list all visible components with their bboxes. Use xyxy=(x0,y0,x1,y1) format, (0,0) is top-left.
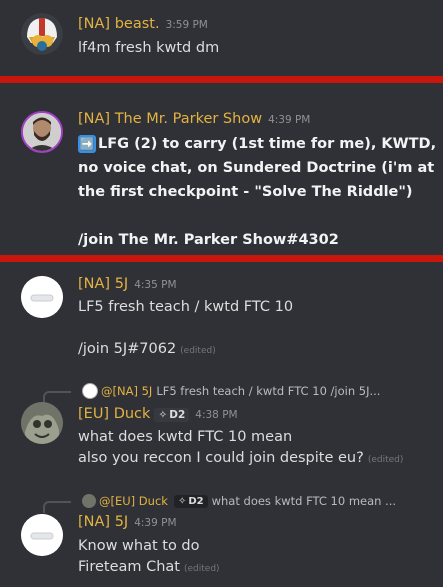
message-text: lf4m fresh kwtd dm xyxy=(78,40,220,56)
arrow-right-emoji-icon: ➡️ xyxy=(78,135,96,153)
message-body: lf4m fresh kwtd dm xyxy=(78,38,219,59)
message-text: what does kwtd FTC 10 mean xyxy=(78,429,293,445)
message-text: Know what to do xyxy=(78,538,200,554)
reply-preview[interactable]: @[EU] Duck ✧ D2 what does kwtd FTC 10 mea… xyxy=(82,493,396,509)
message-5: @[EU] Duck ✧ D2 what does kwtd FTC 10 mea… xyxy=(0,490,443,587)
message-2: [NA] The Mr. Parker Show 4:39 PM ➡️ LFG (… xyxy=(0,84,443,254)
controller-avatar-icon xyxy=(21,276,63,318)
reply-spine xyxy=(43,501,71,513)
timestamp: 4:38 PM xyxy=(195,409,238,421)
controller-avatar-icon xyxy=(21,514,63,556)
avatar[interactable] xyxy=(21,276,63,318)
reply-text: LF5 fresh teach / kwtd FTC 10 /join 5J..… xyxy=(156,384,381,398)
message-text: LF5 fresh teach / kwtd FTC 10 xyxy=(78,299,294,315)
clan-badge[interactable]: ✧ D2 xyxy=(173,494,208,508)
message-text: no voice chat, on Sundered Doctrine (i'm… xyxy=(78,160,435,176)
timestamp: 4:39 PM xyxy=(134,517,177,529)
edited-label: (edited) xyxy=(367,455,404,465)
cube-icon: ✧ xyxy=(177,495,187,507)
message-text: /join 5J#7062 (edited) xyxy=(78,341,216,357)
reply-text: what does kwtd FTC 10 mean ... xyxy=(211,494,397,508)
avatar[interactable] xyxy=(21,13,63,55)
reply-author[interactable]: @[EU] Duck xyxy=(99,494,168,508)
person-avatar-icon xyxy=(23,113,61,151)
message-text: /join The Mr. Parker Show#4302 xyxy=(78,232,339,248)
message-header: [NA] 5J 4:39 PM xyxy=(78,514,177,534)
message-1: [NA] beast. 3:59 PM lf4m fresh kwtd dm xyxy=(0,0,443,75)
reply-avatar-icon xyxy=(82,383,98,399)
reply-avatar-icon xyxy=(82,494,96,508)
separator-divider xyxy=(0,255,443,262)
clan-badge[interactable]: ✧ D2 xyxy=(154,408,190,422)
edited-label: (edited) xyxy=(180,346,216,356)
creature-avatar-icon xyxy=(21,402,63,444)
reply-preview[interactable]: @[NA] 5J LF5 fresh teach / kwtd FTC 10 /… xyxy=(82,383,380,399)
message-header: [NA] The Mr. Parker Show 4:39 PM xyxy=(78,111,310,131)
helmet-avatar-icon xyxy=(21,13,63,55)
username[interactable]: [EU] Duck xyxy=(78,406,150,422)
message-body: Know what to do Fireteam Chat (edited) xyxy=(78,536,220,580)
username[interactable]: [NA] 5J xyxy=(78,514,128,530)
message-4: @[NA] 5J LF5 fresh teach / kwtd FTC 10 /… xyxy=(0,380,443,480)
message-text: Fireteam Chat (edited) xyxy=(78,559,220,575)
username[interactable]: [NA] 5J xyxy=(78,276,128,292)
username[interactable]: [NA] The Mr. Parker Show xyxy=(78,111,262,127)
avatar[interactable] xyxy=(21,402,63,444)
message-header: [NA] beast. 3:59 PM xyxy=(78,16,208,36)
reply-author[interactable]: @[NA] 5J xyxy=(101,384,152,398)
message-header: [EU] Duck ✧ D2 4:38 PM xyxy=(78,406,238,426)
edited-label: (edited) xyxy=(184,564,220,574)
avatar[interactable] xyxy=(21,514,63,556)
separator-divider xyxy=(0,76,443,83)
message-header: [NA] 5J 4:35 PM xyxy=(78,276,177,296)
timestamp: 3:59 PM xyxy=(165,19,208,31)
message-body: ➡️ LFG (2) to carry (1st time for me), KW… xyxy=(78,132,436,252)
message-3: [NA] 5J 4:35 PM LF5 fresh teach / kwtd F… xyxy=(0,262,443,372)
message-text: ➡️ LFG (2) to carry (1st time for me), KW… xyxy=(78,135,437,153)
timestamp: 4:39 PM xyxy=(268,114,311,126)
avatar[interactable] xyxy=(21,111,63,153)
message-text: also you reccon I could join despite eu?… xyxy=(78,450,404,466)
cube-icon: ✧ xyxy=(158,409,168,421)
message-text: the first checkpoint - "Solve The Riddle… xyxy=(78,184,413,200)
message-body: LF5 fresh teach / kwtd FTC 10 /join 5J#7… xyxy=(78,297,293,362)
timestamp: 4:35 PM xyxy=(134,279,177,291)
reply-spine xyxy=(43,391,71,403)
username[interactable]: [NA] beast. xyxy=(78,16,160,32)
message-body: what does kwtd FTC 10 mean also you recc… xyxy=(78,427,403,471)
